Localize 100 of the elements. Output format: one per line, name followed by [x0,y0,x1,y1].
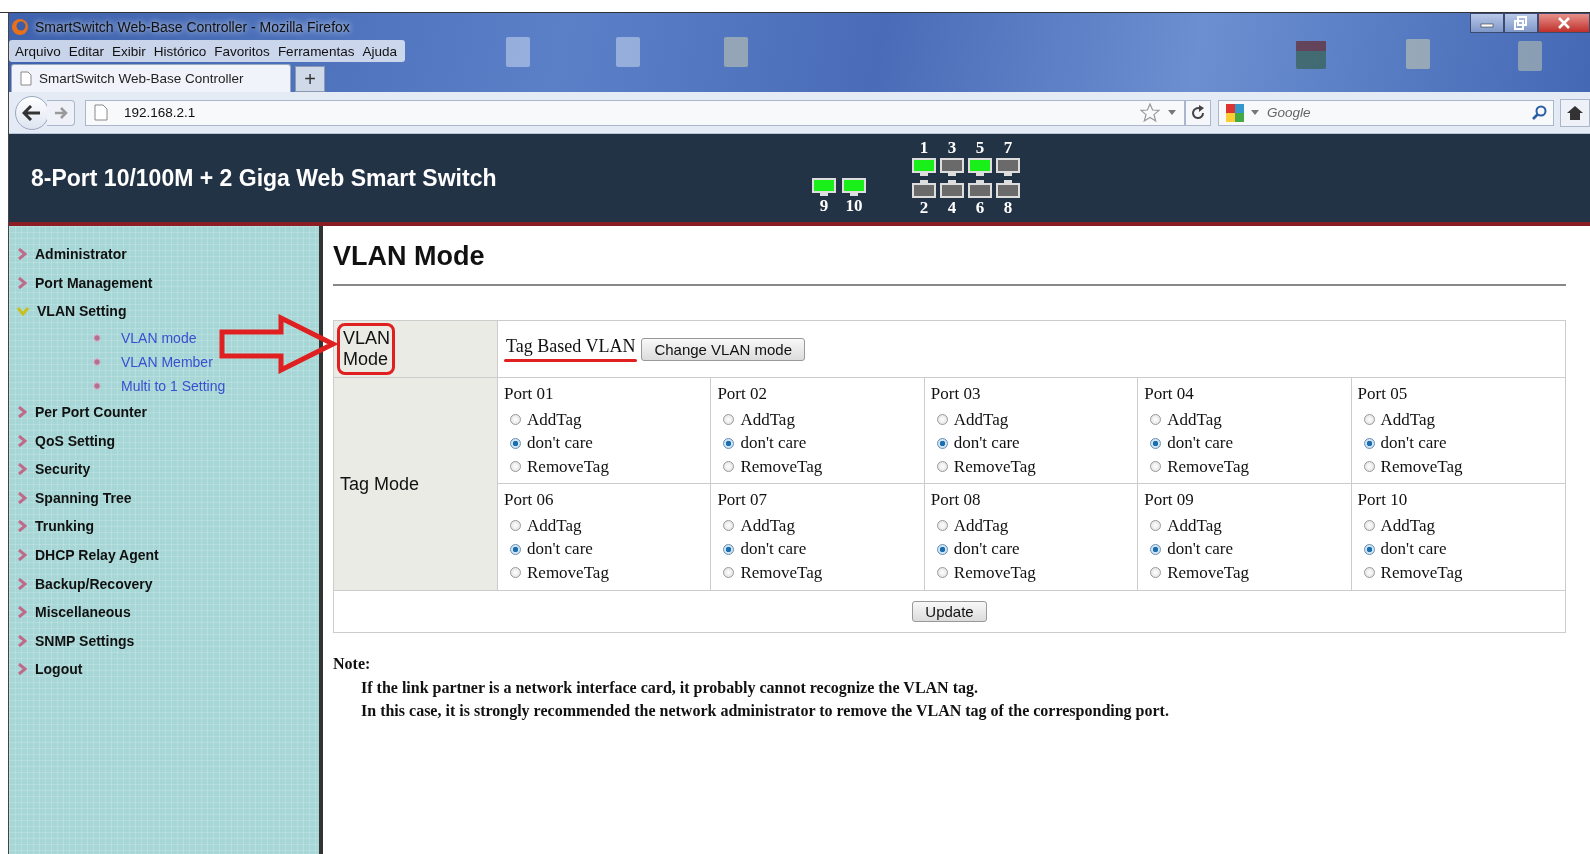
page-icon [94,104,108,121]
note-title: Note: [333,655,372,674]
radio-button[interactable] [936,414,948,426]
radio-button[interactable] [936,567,948,579]
radio-button[interactable] [1363,461,1375,473]
new-tab-button[interactable]: + [295,66,325,92]
sidebar-item[interactable]: Spanning Tree [9,483,319,513]
menu-item[interactable]: Favoritos [210,43,274,59]
radio-button[interactable] [1150,567,1162,579]
radio-button[interactable] [1363,414,1375,426]
radio-button[interactable] [1150,520,1162,532]
radio-button[interactable] [723,461,735,473]
option-label: RemoveTag [1380,562,1463,583]
port-name: Port 08 [930,490,982,511]
radio-button[interactable] [723,437,735,449]
radio-button[interactable] [936,543,948,555]
window-title: SmartSwitch Web-Base Controller - Mozilla Firefox [35,18,350,35]
radio-button[interactable] [936,461,948,473]
sidebar-item[interactable]: Per Port Counter [9,397,319,427]
menu-item[interactable]: Arquivo [11,43,65,59]
sidebar-item[interactable]: Miscellaneous [9,597,319,627]
radio-button[interactable] [1150,461,1162,473]
sidebar-item[interactable]: VLAN Setting [9,297,319,326]
sidebar-item[interactable]: QoS Setting [9,426,319,455]
search-field[interactable]: Google [1265,104,1525,121]
option-label: don't care [1167,539,1234,560]
option-label: don't care [740,433,807,454]
port-number: 3 [947,139,957,157]
radio-button[interactable] [510,520,521,532]
sidebar-item[interactable]: Backup/Recovery [9,569,319,598]
back-button[interactable] [15,95,49,130]
menu-item[interactable]: Ajuda [358,43,401,59]
forward-arrow-icon [53,106,68,119]
option-label: RemoveTag [1380,456,1463,477]
option-label: don't care [527,539,593,560]
option-label: RemoveTag [740,456,823,477]
radio-button[interactable] [1150,437,1162,449]
option-label: AddTag [740,515,795,536]
option-label: AddTag [953,409,1009,430]
radio-button[interactable] [723,567,735,579]
star-icon[interactable] [1140,102,1160,123]
option-label: don't care [1380,539,1447,560]
address-field[interactable]: 192.168.2.1 [85,99,1185,126]
sidebar-item[interactable]: Port Management [9,268,319,298]
menu-item[interactable]: Editar [64,43,109,59]
note-text: If the link partner is a network interface card, it probably cannot recognize the VLAN tag. [360,679,979,699]
sidebar-item[interactable]: Administrator [9,240,319,269]
search-bar[interactable]: Google [1218,99,1554,126]
minimize-button[interactable] [1470,13,1504,33]
option-label: AddTag [1380,515,1436,536]
browser-tab[interactable]: SmartSwitch Web-Base Controller [11,64,291,92]
restore-button[interactable] [1504,13,1538,33]
sidebar-item[interactable]: Trunking [9,512,319,541]
submenu-link[interactable]: Multi to 1 Setting [121,377,226,394]
radio-button[interactable] [1150,543,1162,555]
option-label: RemoveTag [1167,562,1250,583]
option-label: don't care [953,539,1020,560]
option-label: don't care [1380,433,1447,454]
radio-button[interactable] [936,520,948,532]
radio-button[interactable] [510,414,521,426]
port-number: 7 [1003,139,1013,157]
radio-button[interactable] [723,414,735,426]
home-button[interactable] [1560,98,1590,127]
menu-item[interactable]: Exibir [108,43,150,59]
reload-button[interactable] [1185,99,1211,126]
port-name: Port 10 [1357,490,1409,511]
radio-button[interactable] [1363,567,1375,579]
menu-item[interactable]: Ferramentas [273,43,359,59]
close-icon [1557,17,1571,29]
submenu-link[interactable]: VLAN Member [121,353,213,370]
change-vlan-mode-button[interactable]: Change VLAN mode [641,337,805,361]
radio-button[interactable] [936,437,948,449]
radio-button[interactable] [723,543,735,555]
dropdown-caret-icon[interactable] [1168,110,1176,115]
submenu-link[interactable]: VLAN mode [121,329,197,346]
radio-button[interactable] [510,543,521,555]
sidebar-item[interactable]: Logout [9,655,319,684]
radio-button[interactable] [510,437,521,449]
sidebar-item[interactable]: SNMP Settings [9,626,319,656]
close-button[interactable] [1538,13,1590,33]
tag-mode-label: Tag Mode [340,473,420,495]
port-number: 4 [947,199,957,217]
sidebar-item[interactable]: DHCP Relay Agent [9,540,319,570]
page-icon [20,71,32,86]
port-name: Port 05 [1357,384,1409,405]
bullet-icon [93,333,101,342]
radio-button[interactable] [1363,437,1375,449]
radio-button[interactable] [510,461,521,473]
bullet-icon [93,357,101,366]
sidebar-item[interactable]: Security [9,454,319,484]
dropdown-caret-icon[interactable] [1251,110,1259,115]
radio-button[interactable] [1363,543,1375,555]
radio-button[interactable] [1150,414,1162,426]
radio-button[interactable] [723,520,735,532]
menu-item[interactable]: Histórico [149,43,211,59]
search-icon[interactable] [1531,104,1547,121]
port-name: Port 02 [717,384,768,405]
radio-button[interactable] [1363,520,1375,532]
radio-button[interactable] [510,567,521,579]
update-button[interactable]: Update [912,601,987,622]
